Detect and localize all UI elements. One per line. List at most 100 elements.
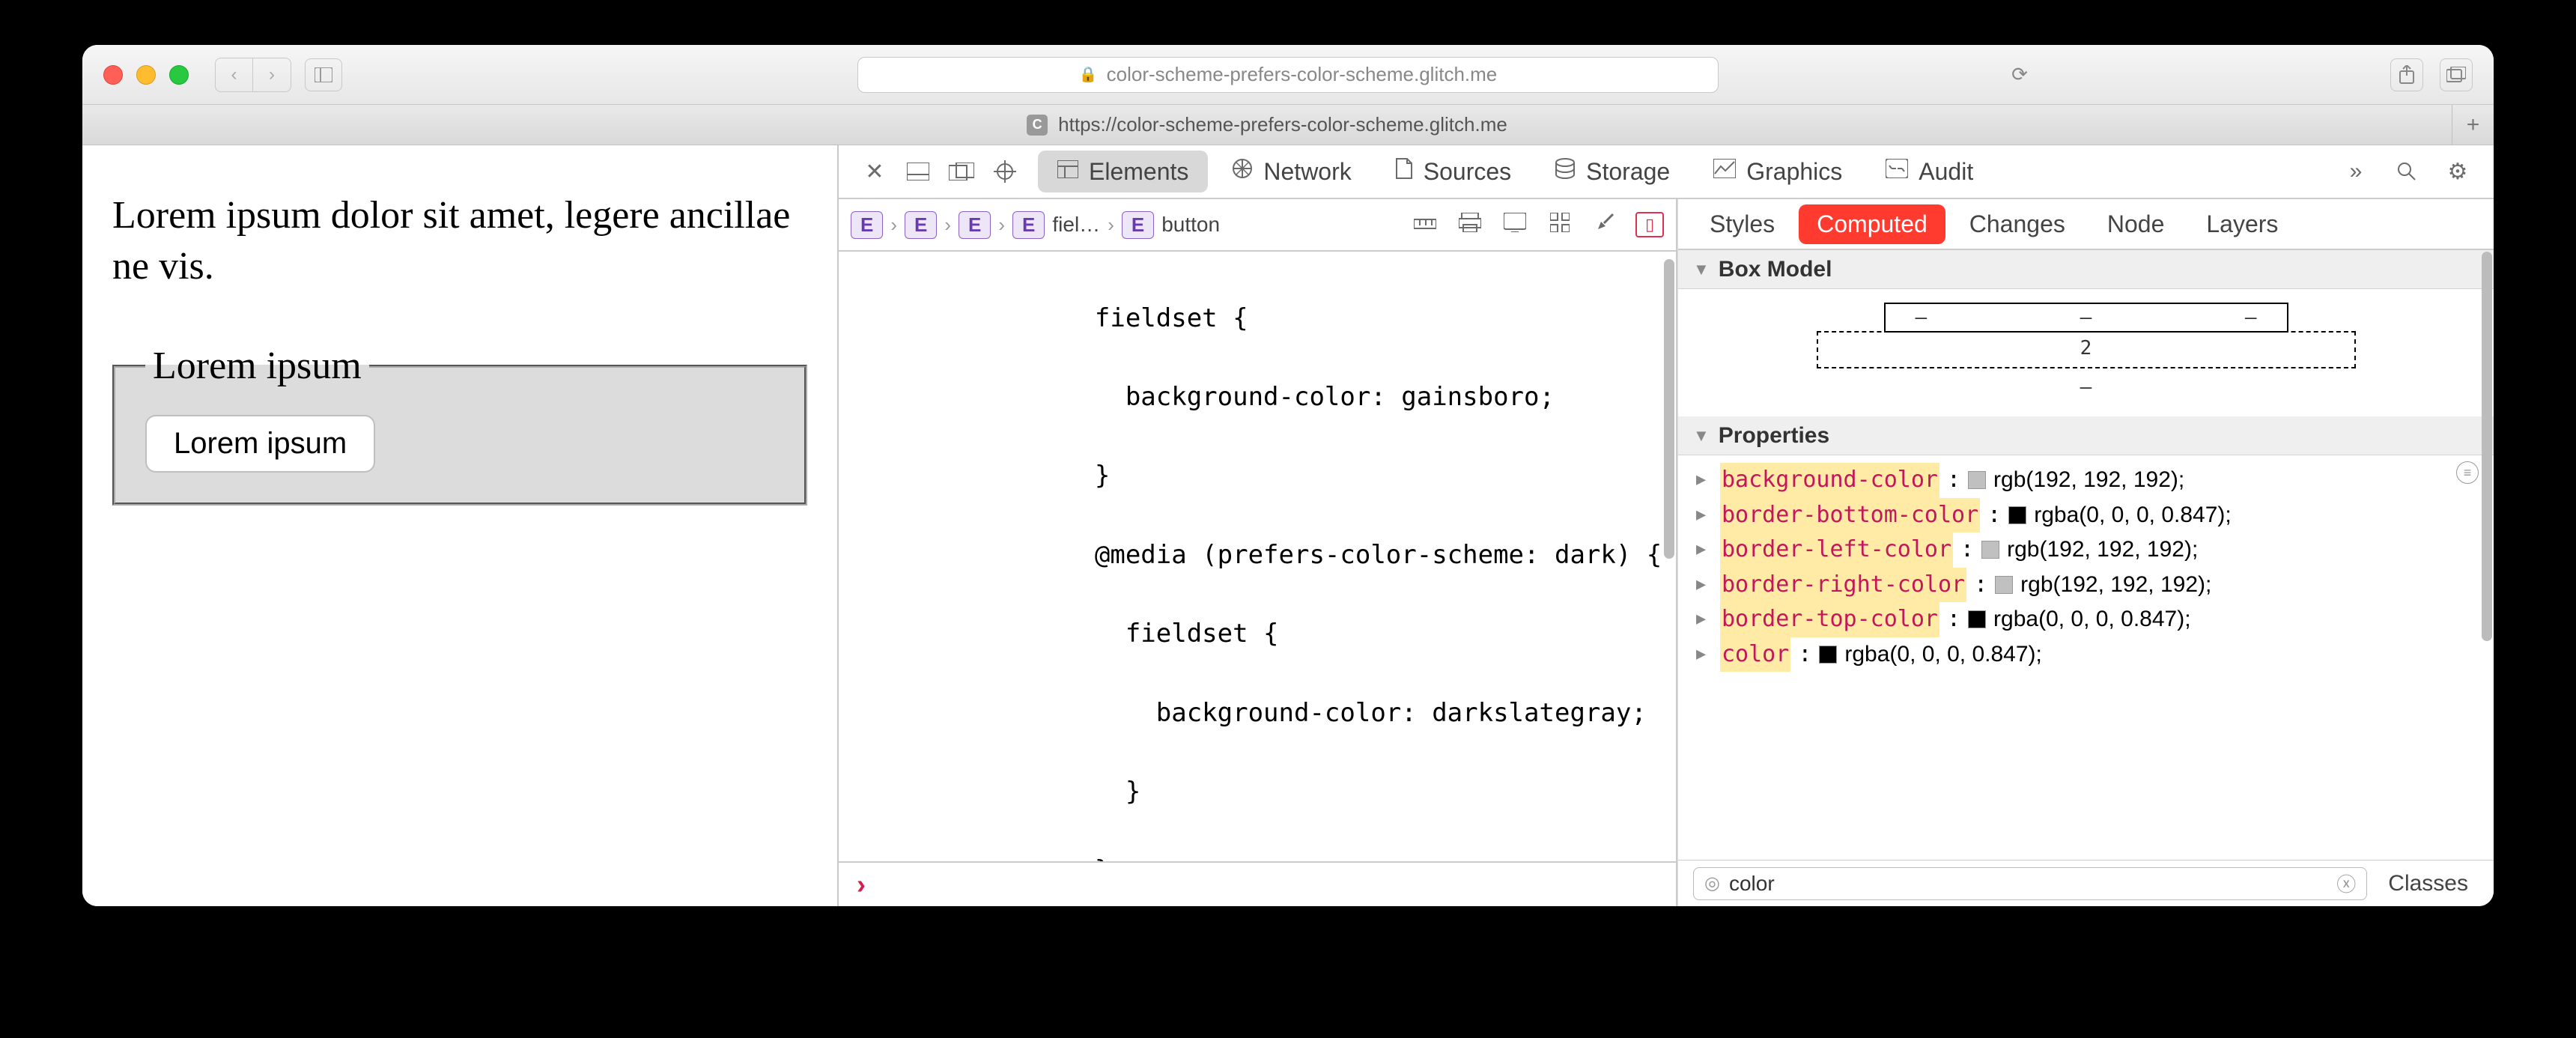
sources-icon — [1395, 157, 1413, 186]
box-model-header[interactable]: ▼ Box Model — [1678, 250, 2494, 289]
tabs-overview-button[interactable] — [2440, 58, 2473, 91]
property-name: background-color — [1720, 463, 1939, 498]
tab-title: https://color-scheme-prefers-color-schem… — [1058, 113, 1507, 136]
console-drawer[interactable]: › — [839, 861, 1676, 906]
breadcrumb-tools: ▯ — [1411, 212, 1664, 237]
color-swatch[interactable] — [2008, 506, 2026, 524]
back-button[interactable]: ‹ — [216, 58, 253, 91]
color-swatch[interactable] — [1995, 576, 2013, 594]
browser-tab[interactable]: C https://color-scheme-prefers-color-sch… — [82, 105, 2452, 145]
device-icon[interactable] — [1501, 213, 1529, 237]
dock-bottom-icon[interactable] — [900, 154, 936, 189]
tab-changes[interactable]: Changes — [1951, 204, 2083, 244]
share-button[interactable] — [2390, 58, 2423, 91]
property-name: border-left-color — [1720, 532, 1953, 568]
computed-property-row[interactable]: ▶background-color: rgb(192, 192, 192); — [1696, 463, 2476, 498]
property-value: rgb(192, 192, 192); — [2020, 568, 2211, 603]
crumb-fieldset[interactable]: E — [1012, 211, 1045, 239]
color-swatch[interactable] — [1981, 541, 1999, 559]
tab-favicon: C — [1027, 115, 1048, 136]
property-value: rgb(192, 192, 192); — [1993, 463, 2184, 498]
property-name: color — [1720, 637, 1790, 673]
brush-icon[interactable] — [1591, 213, 1619, 237]
crumb-body[interactable]: E — [959, 211, 991, 239]
computed-property-row[interactable]: ▶border-top-color: rgba(0, 0, 0, 0.847); — [1696, 602, 2476, 637]
devtools: ✕ Elements Network Sources — [839, 145, 2494, 906]
tab-node[interactable]: Node — [2089, 204, 2183, 244]
tab-sources[interactable]: Sources — [1376, 151, 1531, 192]
search-icon[interactable] — [2389, 154, 2425, 189]
color-swatch[interactable] — [1819, 646, 1837, 664]
maximize-window-button[interactable] — [169, 65, 189, 85]
disclosure-triangle-icon: ▼ — [1693, 260, 1710, 279]
filter-input[interactable]: ◎ color ⓧ — [1693, 867, 2367, 900]
property-name: border-right-color — [1720, 568, 1966, 603]
inspect-element-icon[interactable] — [987, 154, 1023, 189]
safari-window: ‹ › 🔒 color-scheme-prefers-color-scheme.… — [82, 45, 2494, 906]
tabs-icon — [2446, 67, 2466, 83]
properties-header[interactable]: ▼ Properties — [1678, 416, 2494, 455]
tab-sources-label: Sources — [1424, 158, 1511, 186]
property-value: rgba(0, 0, 0, 0.847); — [1993, 602, 2191, 637]
computed-property-row[interactable]: ▶border-left-color: rgb(192, 192, 192); — [1696, 532, 2476, 568]
disclosure-triangle-icon: ▶ — [1696, 572, 1713, 598]
computed-properties-list: ▶background-color: rgb(192, 192, 192);▶b… — [1678, 455, 2494, 679]
scope-icon[interactable]: ≡ — [2456, 461, 2479, 484]
classes-button[interactable]: Classes — [2378, 871, 2479, 896]
color-swatch[interactable] — [1968, 471, 1986, 489]
page-fieldset: Lorem ipsum Lorem ipsum — [112, 344, 807, 506]
tab-audit[interactable]: Audit — [1866, 151, 1993, 192]
tab-styles[interactable]: Styles — [1692, 204, 1793, 244]
crumb-html[interactable]: E — [851, 211, 883, 239]
tab-storage-label: Storage — [1586, 158, 1670, 186]
dom-line: fieldset { — [839, 614, 1676, 654]
chevron-icon: › — [1103, 213, 1119, 237]
devtools-toolbar: ✕ Elements Network Sources — [839, 145, 2494, 199]
tab-layers[interactable]: Layers — [2188, 204, 2296, 244]
overflow-icon[interactable]: » — [2338, 154, 2374, 189]
compositing-borders-icon[interactable]: ▯ — [1635, 212, 1664, 237]
dom-line: background-color: gainsboro; — [839, 377, 1676, 417]
reload-button[interactable]: ⟳ — [2001, 58, 2038, 91]
minimize-window-button[interactable] — [136, 65, 156, 85]
computed-property-row[interactable]: ▶border-bottom-color: rgba(0, 0, 0, 0.84… — [1696, 498, 2476, 533]
dom-line: @media (prefers-color-scheme: dark) { — [839, 535, 1676, 575]
dom-tree[interactable]: fieldset { background-color: gainsboro; … — [839, 252, 1676, 861]
close-devtools-button[interactable]: ✕ — [857, 154, 893, 189]
scrollbar[interactable] — [2480, 199, 2494, 906]
titlebar: ‹ › 🔒 color-scheme-prefers-color-scheme.… — [82, 45, 2494, 105]
grid-icon[interactable] — [1546, 213, 1574, 237]
rendered-page: Lorem ipsum dolor sit amet, legere ancil… — [82, 145, 839, 906]
ruler-icon[interactable] — [1411, 213, 1439, 237]
filter-row: ◎ color ⓧ Classes — [1678, 860, 2494, 906]
devtools-tab-strip: Elements Network Sources Storage — [1038, 151, 1993, 192]
property-name: border-top-color — [1720, 602, 1939, 637]
dom-line: } — [839, 772, 1676, 812]
tab-storage[interactable]: Storage — [1535, 151, 1689, 192]
page-button[interactable]: Lorem ipsum — [145, 415, 375, 473]
computed-property-row[interactable]: ▶color: rgba(0, 0, 0, 0.847); — [1696, 637, 2476, 673]
url-bar[interactable]: 🔒 color-scheme-prefers-color-scheme.glit… — [857, 57, 1719, 93]
crumb-button[interactable]: E — [1122, 211, 1154, 239]
scrollbar[interactable] — [1662, 252, 1676, 861]
tab-network[interactable]: Network — [1212, 151, 1370, 192]
tab-elements[interactable]: Elements — [1038, 151, 1208, 192]
url-text: color-scheme-prefers-color-scheme.glitch… — [1107, 63, 1498, 86]
computed-property-row[interactable]: ▶border-right-color: rgb(192, 192, 192); — [1696, 568, 2476, 603]
clear-filter-icon[interactable]: ⓧ — [2336, 869, 2356, 897]
print-icon[interactable] — [1456, 213, 1484, 237]
close-window-button[interactable] — [103, 65, 123, 85]
gear-icon[interactable]: ⚙ — [2440, 154, 2476, 189]
new-tab-button[interactable]: + — [2452, 105, 2494, 145]
sidebar-toggle-button[interactable] — [305, 58, 342, 91]
chevron-icon: › — [994, 213, 1009, 237]
dock-side-icon[interactable] — [944, 154, 979, 189]
crumb-head[interactable]: E — [905, 211, 937, 239]
storage-icon — [1555, 158, 1576, 185]
tab-computed[interactable]: Computed — [1799, 204, 1945, 244]
color-swatch[interactable] — [1968, 610, 1986, 628]
console-prompt-icon: › — [857, 869, 866, 900]
properties-label: Properties — [1719, 423, 1829, 449]
forward-button[interactable]: › — [253, 58, 291, 91]
tab-graphics[interactable]: Graphics — [1694, 151, 1862, 192]
